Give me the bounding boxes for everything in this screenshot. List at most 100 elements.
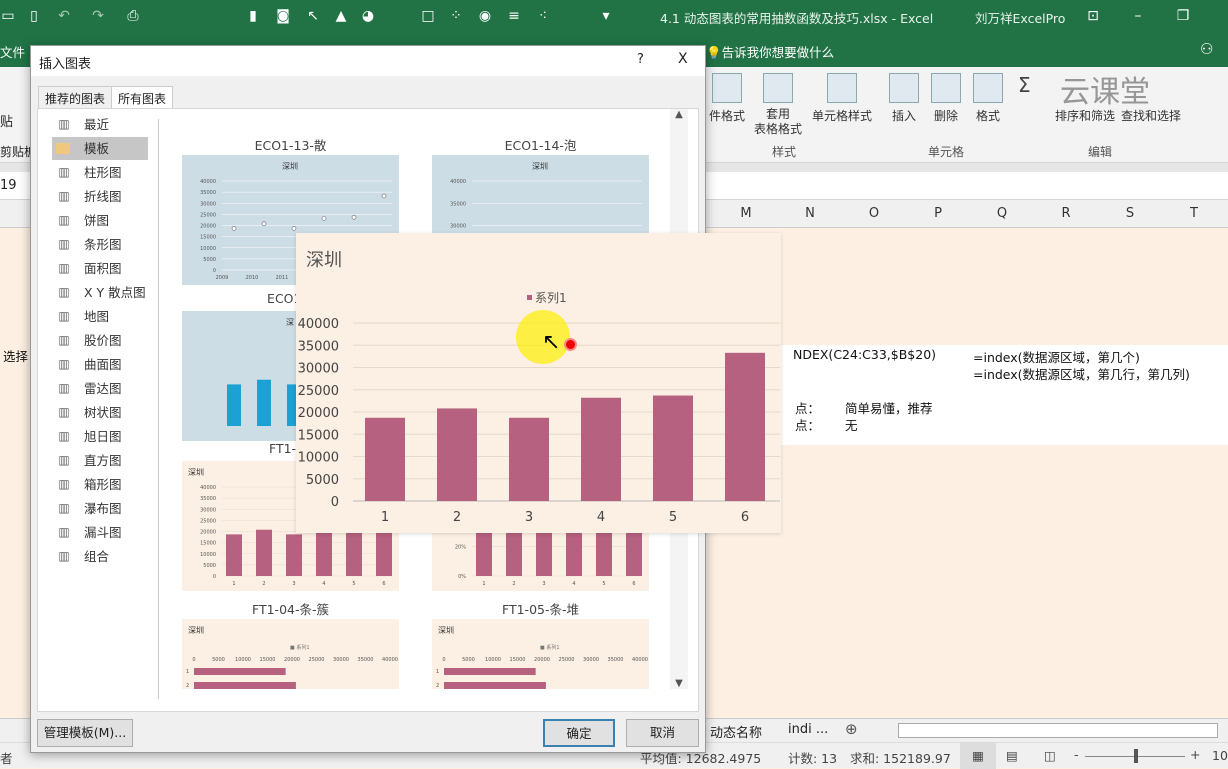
zoom-slider-thumb[interactable] <box>1134 749 1138 763</box>
grid-icon[interactable]: ⁘ <box>448 8 464 24</box>
scroll-down-icon[interactable]: ▼ <box>670 678 688 689</box>
column-header[interactable]: N <box>778 206 842 221</box>
pie-icon[interactable]: ◕ <box>360 8 376 24</box>
manage-templates-button[interactable]: 管理模板(M)... <box>37 719 133 747</box>
x-tick-label: 5 <box>669 510 677 525</box>
sort-filter-button[interactable]: 排序和筛选 <box>1052 107 1118 124</box>
category-item[interactable]: ▥ 饼图 <box>52 209 148 232</box>
column-header[interactable]: S <box>1098 206 1162 221</box>
category-item[interactable]: ▥ 漏斗图 <box>52 521 148 544</box>
column-header[interactable]: P <box>906 206 970 221</box>
cell-con-label[interactable]: 点： <box>795 415 820 434</box>
tab-all-charts[interactable]: 所有图表 <box>111 86 174 110</box>
scroll-up-icon[interactable]: ▲ <box>670 109 688 120</box>
delete-cells-button[interactable]: 删除 <box>928 67 964 124</box>
undo-icon[interactable]: ↶ <box>56 8 72 24</box>
column-header[interactable]: O <box>842 206 906 221</box>
sheet-tab[interactable]: 动态名称 <box>710 722 762 741</box>
customize-qat-icon[interactable]: ▾ <box>598 8 614 24</box>
target-icon[interactable]: ◉ <box>477 8 493 24</box>
template-thumbnail[interactable]: 深圳 0 5000 10000 15000 20000 25000 30000 35000 400… <box>182 619 399 689</box>
bar[interactable] <box>581 397 621 501</box>
zoom-in-button[interactable]: + <box>1190 747 1200 762</box>
category-item[interactable]: ▥ 组合 <box>52 545 148 568</box>
category-item[interactable]: ▥ 曲面图 <box>52 353 148 376</box>
redo-icon[interactable]: ↷ <box>90 8 106 24</box>
bar[interactable] <box>365 417 405 501</box>
category-item[interactable]: ▥ 旭日图 <box>52 425 148 448</box>
column-chart-icon[interactable]: ▮ <box>245 8 261 24</box>
bar[interactable] <box>437 408 477 501</box>
page-break-icon[interactable]: ◫ <box>1044 748 1056 763</box>
add-sheet-icon[interactable]: ⊕ <box>845 720 858 738</box>
column-header[interactable]: T <box>1162 206 1226 221</box>
category-item[interactable]: ▥ X Y 散点图 <box>52 281 148 304</box>
minimize-icon[interactable]: – <box>1130 8 1146 24</box>
rectangle-icon[interactable]: □ <box>420 8 436 24</box>
category-item[interactable]: ▥ 雷达图 <box>52 377 148 400</box>
conditional-format-button[interactable]: 件格式 <box>706 67 748 124</box>
category-item[interactable]: ▥ 股价图 <box>52 329 148 352</box>
cell-formula[interactable]: NDEX(C24:C33,$B$20) <box>793 347 936 362</box>
bar[interactable] <box>509 417 549 501</box>
column-header[interactable]: R <box>1034 206 1098 221</box>
normal-view-icon[interactable]: ▦ <box>960 743 996 769</box>
ok-button[interactable]: 确定 <box>543 719 615 747</box>
zoom-level[interactable]: 10 <box>1212 748 1228 763</box>
cell-styles-button[interactable]: 单元格样式 <box>810 67 874 124</box>
sheet-tab[interactable]: indi ... <box>788 722 828 737</box>
pointer-icon[interactable]: ↖ <box>305 8 321 24</box>
category-item[interactable]: ▥ 面积图 <box>52 257 148 280</box>
save-icon[interactable]: ▭ <box>0 8 16 24</box>
camera-icon[interactable]: ◙ <box>275 8 291 24</box>
format-as-table-button[interactable]: 套用 表格格式 <box>748 67 808 137</box>
cell-pro-value[interactable]: 简单易懂，推荐 <box>845 398 933 417</box>
cell-text[interactable]: 选择 <box>3 346 28 365</box>
horizontal-scrollbar[interactable] <box>898 723 1218 738</box>
bar[interactable] <box>725 352 765 501</box>
cancel-button[interactable]: 取消 <box>626 719 699 747</box>
category-item[interactable]: ▥ 柱形图 <box>52 161 148 184</box>
category-item[interactable]: 模板 <box>52 137 148 160</box>
help-button[interactable]: ? <box>637 52 644 67</box>
dots-icon[interactable]: ⁖ <box>535 8 551 24</box>
column-header[interactable]: M <box>714 206 778 221</box>
close-button[interactable]: X <box>678 51 688 67</box>
share-icon[interactable]: ⚇ <box>1200 40 1213 58</box>
category-item[interactable]: ▥ 条形图 <box>52 233 148 256</box>
thumb-tick: 0 <box>192 657 195 663</box>
category-item[interactable]: ▥ 直方图 <box>52 449 148 472</box>
thumb-title: 深圳 <box>188 625 204 635</box>
tab-recommended[interactable]: 推荐的图表 <box>38 86 113 108</box>
page-layout-icon[interactable]: ▤ <box>1006 748 1018 763</box>
category-item[interactable]: ▥ 地图 <box>52 305 148 328</box>
ribbon-display-icon[interactable]: ⊡ <box>1085 8 1101 24</box>
tell-me-box[interactable]: 💡告诉我你想要做什么 <box>706 42 834 61</box>
insert-cells-button[interactable]: 插入 <box>886 67 922 124</box>
paste-button[interactable]: 贴 <box>0 111 13 130</box>
bar[interactable] <box>653 395 693 501</box>
category-item[interactable]: ▥ 箱形图 <box>52 473 148 496</box>
user-name[interactable]: 刘万祥ExcelPro <box>975 8 1065 27</box>
name-box[interactable]: 19 <box>0 178 17 193</box>
category-item[interactable]: ▥ 瀑布图 <box>52 497 148 520</box>
column-header[interactable]: Q <box>970 206 1034 221</box>
align-icon[interactable]: ≡ <box>506 8 522 24</box>
find-select-button[interactable]: 查找和选择 <box>1118 107 1184 124</box>
format-cells-button[interactable]: 格式 <box>970 67 1006 124</box>
category-item[interactable]: ▥ 树状图 <box>52 401 148 424</box>
cell-con-value[interactable]: 无 <box>845 415 858 434</box>
thumb-tick: 15000 <box>200 235 216 241</box>
cell-hint-2[interactable]: =index(数据源区域，第几行，第几列) <box>973 364 1190 383</box>
zoom-out-button[interactable]: - <box>1074 747 1079 762</box>
category-item[interactable]: ▥ 折线图 <box>52 185 148 208</box>
file-tab[interactable]: 文件 <box>0 42 25 61</box>
autosum-icon[interactable]: Σ <box>1018 73 1031 97</box>
template-thumbnail[interactable]: 深圳 0 5000 10000 15000 20000 25000 30000 35000 400… <box>432 619 649 689</box>
print-preview-icon[interactable]: ⎙ <box>125 8 141 24</box>
triangle-icon[interactable]: ▲ <box>333 8 349 24</box>
new-file-icon[interactable]: ▯ <box>26 8 42 24</box>
category-item[interactable]: ▥ 最近 <box>52 113 148 136</box>
bar-chart: 深圳系列140000350003000025000200001500010000… <box>298 250 780 525</box>
restore-icon[interactable]: ❐ <box>1175 8 1191 24</box>
